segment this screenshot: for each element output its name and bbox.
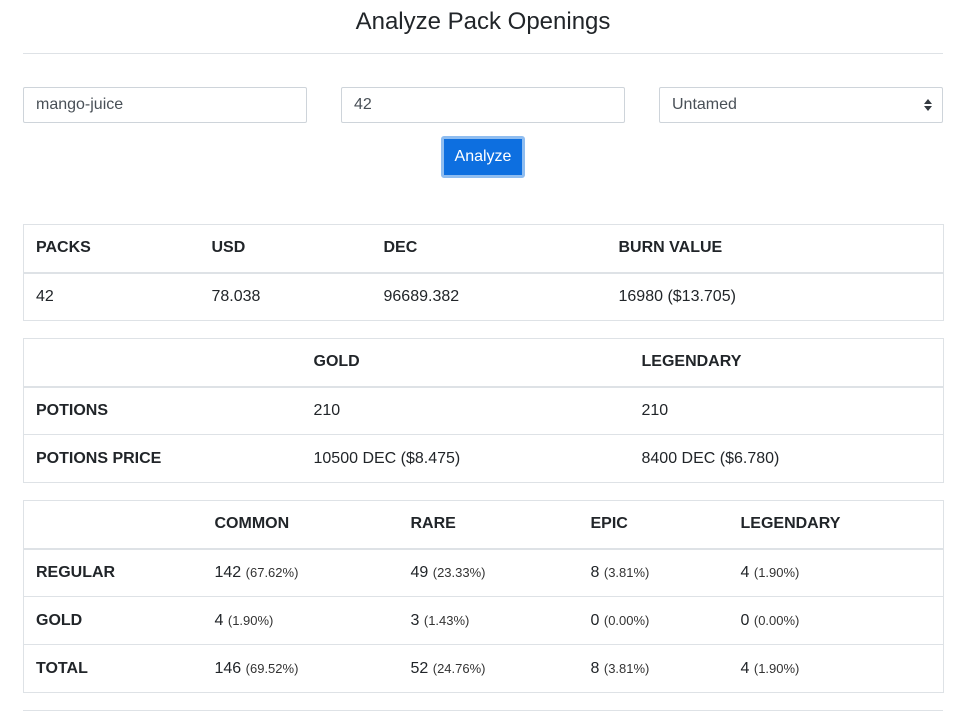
row-label: REGULAR [36,563,116,581]
summary-table: PACKS USD DEC BURN VALUE 42 78.038 96689… [23,224,944,321]
cell-count: 4 [214,611,224,629]
rarity-table: COMMON RARE EPIC LEGENDARY REGULAR 142 (… [23,500,944,693]
summary-dec: 96689.382 [383,287,460,305]
summary-header-dec: DEC [371,224,607,274]
row-label: TOTAL [23,644,203,693]
cell-percent: (24.76%) [432,660,486,676]
player-input-value: mango-juice [36,96,124,113]
cell-percent: (0.00%) [753,612,800,628]
cell-count: 4 [740,563,750,581]
cell-count: 52 [410,659,429,677]
rarity-cell: 3 (1.43%) [398,596,579,645]
rarity-header-legendary: LEGENDARY [728,500,944,550]
title-divider [23,53,943,54]
cell-percent: (1.43%) [423,612,470,628]
analyze-button[interactable]: Analyze [441,136,525,178]
summary-packs: 42 [36,287,54,305]
row-label: POTIONS PRICE [23,434,302,483]
potions-header-row: GOLD LEGENDARY [23,338,944,388]
table-row: 42 78.038 96689.382 16980 ($13.705) [24,273,944,321]
rarity-header-epic: EPIC [578,500,729,550]
rarity-cell: 49 (23.33%) [399,549,579,597]
next-table-edge [23,710,943,721]
potions-price-gold: 10500 DEC ($8.475) [301,434,630,483]
rarity-cell: 4 (1.90%) [202,596,399,645]
summary-usd: 78.038 [211,287,261,305]
table-row: TOTAL 146 (69.52%) 52 (24.76%) 8 (3.81%)… [23,644,944,693]
potions-legendary: 210 [641,401,669,419]
table-row: GOLD 4 (1.90%) 3 (1.43%) 0 (0.00%) 0 (0.… [23,596,944,645]
cell-percent: (67.62%) [245,564,299,580]
rarity-cell: 8 (3.81%) [578,644,729,693]
cell-count: 3 [410,611,420,629]
cell-count: 0 [590,611,600,629]
page-title: Analyze Pack Openings [355,8,611,35]
cell-percent: (0.00%) [603,612,650,628]
select-arrows-icon [924,99,932,111]
cell-percent: (69.52%) [245,660,299,676]
cell-count: 142 [214,563,242,581]
edition-select-value: Untamed [672,96,737,113]
table-row: POTIONS 210 210 [24,387,944,435]
summary-header-usd: USD [199,224,372,274]
potions-header-blank [23,338,302,388]
rarity-header-common: COMMON [202,500,399,550]
packs-input-value: 42 [354,96,372,113]
rarity-cell: 0 (0.00%) [728,596,944,645]
rarity-header-blank [23,500,203,550]
potions-header-legendary: LEGENDARY [629,338,944,388]
table-row: POTIONS PRICE 10500 DEC ($8.475) 8400 DE… [23,434,944,483]
rarity-header-rare: RARE [398,500,579,550]
rarity-cell: 142 (67.62%) [203,549,399,597]
cell-count: 49 [410,563,429,581]
row-label: POTIONS [36,401,109,419]
cell-count: 4 [740,659,750,677]
potions-table: GOLD LEGENDARY POTIONS 210 210 POTIONS P… [23,338,944,483]
rarity-cell: 8 (3.81%) [579,549,729,597]
rarity-header-row: COMMON RARE EPIC LEGENDARY [23,500,944,550]
cell-count: 8 [590,659,600,677]
cell-count: 0 [740,611,750,629]
rarity-cell: 146 (69.52%) [202,644,399,693]
summary-header-burn-value: BURN VALUE [606,224,944,274]
cell-percent: (1.90%) [753,564,800,580]
summary-header-row: PACKS USD DEC BURN VALUE [23,224,944,274]
cell-count: 8 [590,563,600,581]
table-row: REGULAR 142 (67.62%) 49 (23.33%) 8 (3.81… [24,549,944,597]
player-input[interactable]: mango-juice [23,87,307,123]
analyze-form: mango-juice 42 Untamed [23,87,943,123]
cell-percent: (1.90%) [753,660,800,676]
summary-header-packs: PACKS [23,224,200,274]
rarity-cell: 0 (0.00%) [578,596,729,645]
packs-input[interactable]: 42 [341,87,625,123]
summary-burn-value: 16980 ($13.705) [618,287,736,305]
cell-percent: (3.81%) [603,660,650,676]
cell-percent: (1.90%) [227,612,274,628]
cell-count: 146 [214,659,242,677]
rarity-cell: 4 (1.90%) [728,644,944,693]
potions-price-legendary: 8400 DEC ($6.780) [629,434,944,483]
rarity-cell: 52 (24.76%) [398,644,579,693]
potions-header-gold: GOLD [301,338,630,388]
row-label: GOLD [23,596,203,645]
cell-percent: (23.33%) [432,564,486,580]
edition-select[interactable]: Untamed [659,87,943,123]
rarity-cell: 4 (1.90%) [729,549,944,597]
cell-percent: (3.81%) [603,564,650,580]
potions-gold: 210 [313,401,341,419]
